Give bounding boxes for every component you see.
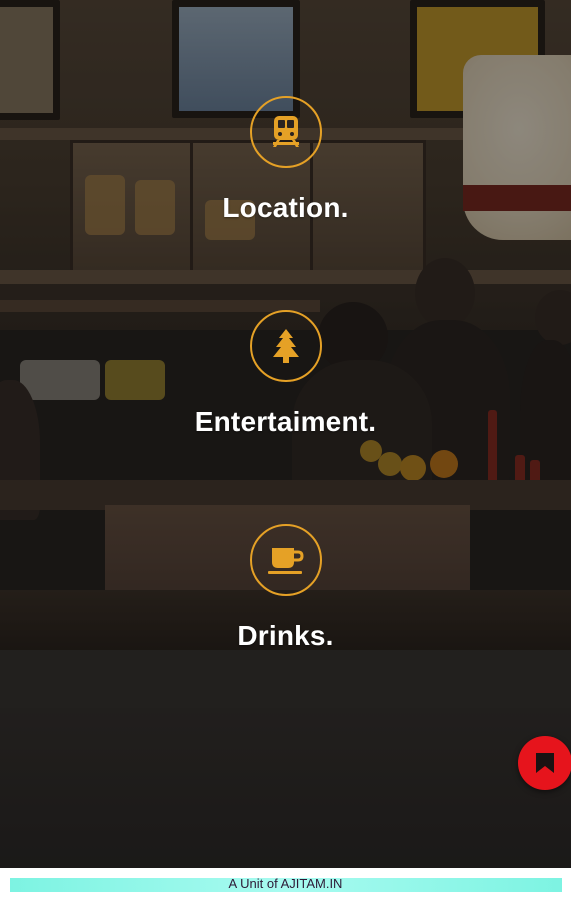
- coffee-cup-icon: [268, 548, 304, 574]
- drinks-icon-ring[interactable]: [250, 524, 322, 596]
- tree-icon: [273, 329, 299, 363]
- app-screen: Location. Entertaiment. Drinks. A Unit o…: [0, 0, 571, 900]
- bookmark-icon: [536, 753, 554, 773]
- feature-label-drinks: Drinks.: [237, 620, 334, 651]
- footer: A Unit of AJITAM.IN: [0, 868, 571, 900]
- train-icon: [273, 116, 299, 147]
- feature-label-entertainment: Entertaiment.: [194, 406, 377, 437]
- location-icon-ring[interactable]: [250, 96, 322, 168]
- bookmark-fab-button[interactable]: [518, 736, 571, 790]
- entertainment-icon-ring[interactable]: [250, 310, 322, 382]
- feature-label-location: Location.: [222, 192, 349, 223]
- footer-credit-text[interactable]: A Unit of AJITAM.IN: [0, 876, 571, 892]
